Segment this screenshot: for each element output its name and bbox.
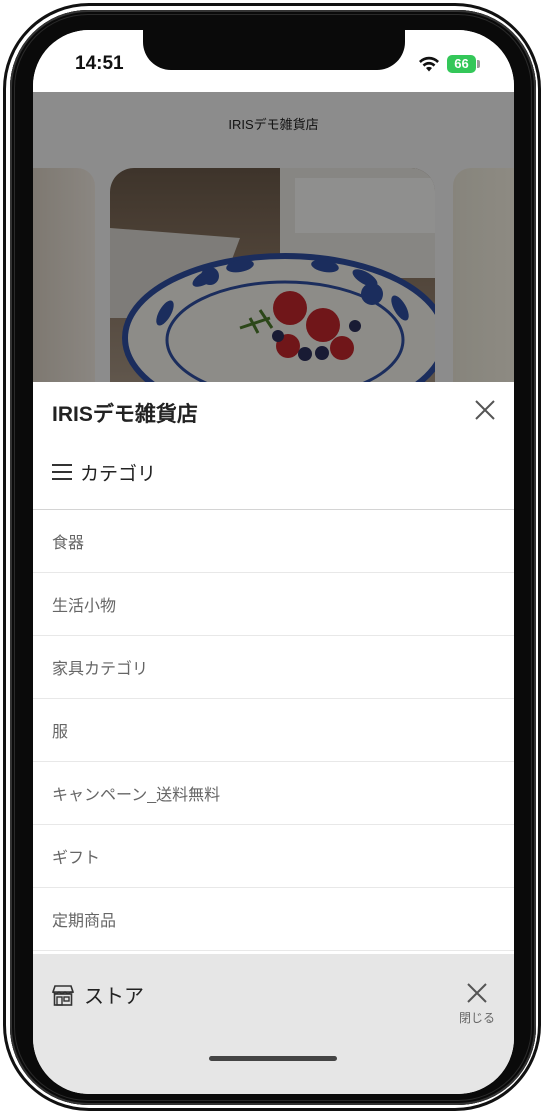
category-drawer: IRISデモ雑貨店 カテゴリ 食器 生活小物 家具カテゴリ 服 キャンペーン_送… xyxy=(33,382,514,954)
category-item[interactable]: キャンペーン_送料無料 xyxy=(33,762,514,825)
close-icon[interactable] xyxy=(473,398,497,422)
store-label: ストア xyxy=(84,986,144,1008)
drawer-title: IRISデモ雑貨店 xyxy=(52,403,198,426)
menu-icon xyxy=(52,464,72,480)
close-button[interactable]: 閉じる xyxy=(451,982,503,1026)
category-item[interactable]: 食器 xyxy=(33,510,514,573)
category-header-label: カテゴリ xyxy=(80,463,157,485)
dim-overlay[interactable] xyxy=(33,92,514,382)
category-item[interactable]: 家具カテゴリ xyxy=(33,636,514,699)
category-item[interactable]: ギフト xyxy=(33,825,514,888)
status-time: 14:51 xyxy=(75,53,124,74)
home-indicator[interactable] xyxy=(209,1056,337,1061)
wifi-icon xyxy=(419,56,439,72)
close-icon xyxy=(467,983,487,1003)
bottom-bar: ストア 閉じる xyxy=(33,954,514,1094)
close-label: 閉じる xyxy=(458,1011,495,1025)
category-item[interactable]: 定期商品 xyxy=(33,888,514,951)
phone-screen: 14:51 66 IRISデモ雑貨店 IRISデモ雑貨店 カテゴリ 食器 生活小… xyxy=(33,30,514,1094)
battery-cap-icon xyxy=(477,60,480,68)
notch xyxy=(143,30,405,70)
battery-indicator: 66 xyxy=(447,55,476,73)
category-item[interactable]: 生活小物 xyxy=(33,573,514,636)
category-item[interactable]: 服 xyxy=(33,699,514,762)
store-icon xyxy=(51,984,75,1006)
category-list: 食器 生活小物 家具カテゴリ 服 キャンペーン_送料無料 ギフト 定期商品 xyxy=(33,510,514,951)
category-header: カテゴリ xyxy=(52,459,156,485)
store-button[interactable]: ストア xyxy=(51,980,144,1009)
